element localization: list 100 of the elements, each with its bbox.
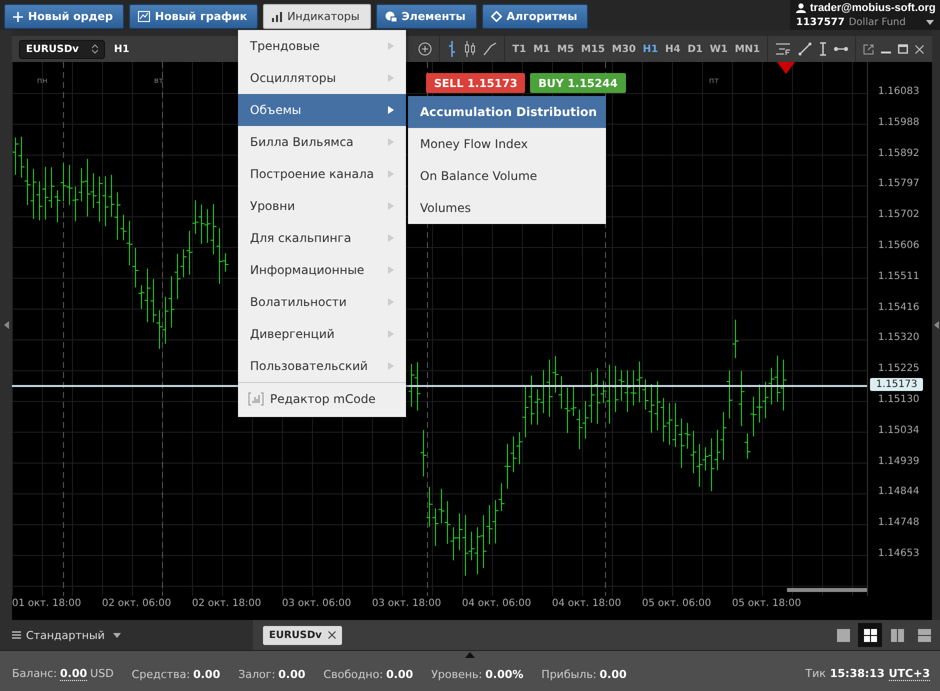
submenu-arrow-icon: [388, 266, 394, 274]
scrollbar[interactable]: [787, 588, 867, 592]
price-axis-label: 1.15606: [878, 240, 920, 251]
horizontal-line-icon[interactable]: [834, 46, 848, 52]
submenu-arrow-icon: [388, 330, 394, 338]
timeframe-button[interactable]: M15: [581, 44, 605, 54]
time-axis-label: 01 окт. 18:00: [12, 597, 82, 609]
price-axis-label: 1.14653: [878, 548, 920, 559]
side-panel-handle[interactable]: [0, 30, 12, 620]
account-number: 1137577: [796, 17, 845, 28]
menu-item[interactable]: Дивергенций: [238, 318, 406, 350]
price-axis-label: 1.15892: [878, 148, 920, 159]
price-axis-label: 1.14844: [878, 486, 920, 498]
menu-item[interactable]: Объемы: [238, 94, 406, 126]
submenu-item[interactable]: Accumulation Distribution: [408, 96, 606, 128]
day-label: пт: [709, 76, 719, 85]
maximize-icon[interactable]: [898, 44, 908, 54]
tab-label: EURUSDv: [269, 630, 322, 640]
caret-icon: [113, 632, 121, 638]
menu-item[interactable]: Уровни: [238, 190, 406, 222]
line-chart-icon[interactable]: [483, 42, 498, 56]
symbol-select[interactable]: EURUSDv: [19, 40, 105, 58]
candlestick-icon[interactable]: [464, 41, 476, 57]
price-axis-label: 1.14939: [878, 456, 920, 467]
chart-tab[interactable]: EURUSDv: [263, 626, 342, 644]
vertical-line-icon[interactable]: [819, 42, 827, 56]
status-label: Уровень:: [431, 668, 482, 680]
submenu-arrow-icon: [388, 234, 394, 242]
plus-icon: [13, 12, 23, 22]
layout-button[interactable]: [858, 623, 882, 647]
price-axis-label: 1.15702: [878, 209, 920, 220]
sell-button[interactable]: SELL 1.15173: [426, 73, 526, 93]
timeframe-button[interactable]: M1: [533, 44, 550, 54]
add-circle-icon[interactable]: [418, 42, 432, 56]
submenu-arrow-icon: [388, 42, 394, 50]
layout-icon: [918, 628, 930, 642]
submenu-arrow-icon: [388, 106, 394, 114]
menu-item[interactable]: Информационные: [238, 254, 406, 286]
status-label: Свободно:: [323, 668, 384, 680]
status-value: 0.00: [600, 668, 627, 680]
submenu-arrow-icon: [388, 298, 394, 306]
tick-label: Тик: [805, 667, 826, 681]
timeframe-button[interactable]: H4: [665, 44, 680, 54]
time-axis-label: 05 окт. 18:00: [732, 597, 802, 609]
menu-item[interactable]: Для скальпинга: [238, 222, 406, 254]
side-panel-handle[interactable]: [932, 30, 940, 620]
timeframe-button[interactable]: T1: [512, 44, 526, 54]
account-name: Dollar Fund: [848, 17, 906, 28]
price-axis-label: 1.14748: [878, 517, 920, 528]
layout-icon: [864, 628, 876, 642]
submenu-item[interactable]: On Balance Volume: [408, 160, 606, 192]
price-axis-label: 1.15511: [878, 270, 920, 282]
currency-label: USD: [90, 667, 114, 681]
price-axis-label: 1.15320: [878, 332, 920, 344]
toolbar-button[interactable]: Индикаторы: [263, 4, 371, 29]
caret-icon[interactable]: [926, 20, 934, 26]
submenu-arrow-icon: [388, 138, 394, 146]
status-label: Баланс:: [12, 667, 58, 681]
menu-item[interactable]: Построение канала: [238, 158, 406, 190]
submenu-arrow-icon: [388, 74, 394, 82]
code-editor-icon: [248, 392, 264, 406]
bar-chart-type-icon[interactable]: [447, 41, 458, 57]
menu-item[interactable]: Трендовые: [238, 30, 406, 62]
toolbar-button[interactable]: Новый график: [128, 4, 258, 29]
menu-item[interactable]: Пользовательский: [238, 350, 406, 382]
close-icon[interactable]: [328, 631, 336, 639]
timeframe-button[interactable]: H1: [642, 44, 658, 54]
submenu-item[interactable]: Money Flow Index: [408, 128, 606, 160]
spinner-icon: [92, 44, 98, 54]
diamond-icon: [490, 11, 502, 22]
submenu-arrow-icon: [388, 202, 394, 210]
toolbar-button[interactable]: Новый ордер: [4, 4, 124, 29]
marker-triangle: [777, 62, 795, 74]
timeframe-button[interactable]: D1: [687, 44, 703, 54]
timeframe-button[interactable]: M5: [557, 44, 574, 54]
menu-item[interactable]: Билла Вильямса: [238, 126, 406, 158]
indicator-list-icon[interactable]: [775, 42, 791, 56]
layout-icon: [890, 628, 904, 642]
toolbar-button[interactable]: Элементы: [376, 4, 477, 29]
timezone-select[interactable]: UTC+3: [888, 667, 930, 681]
trend-line-icon[interactable]: [798, 42, 812, 56]
popout-icon[interactable]: [863, 44, 874, 54]
status-value: 0.00: [193, 668, 220, 680]
timeframe-button[interactable]: M30: [612, 44, 636, 54]
status-label: Средства:: [132, 668, 190, 680]
menu-item[interactable]: Осцилляторы: [238, 62, 406, 94]
layout-select[interactable]: Стандартный: [0, 620, 253, 650]
timeframe-button[interactable]: MN1: [734, 44, 760, 54]
day-label: пн: [37, 76, 48, 85]
menu-item[interactable]: Редактор mCode: [238, 383, 406, 415]
submenu-item[interactable]: Volumes: [408, 192, 606, 224]
menu-item[interactable]: Волатильности: [238, 286, 406, 318]
status-value: 0.00: [386, 668, 414, 680]
close-icon[interactable]: [915, 44, 924, 54]
toolbar-button[interactable]: Алгоритмы: [482, 4, 588, 29]
timeframe-button[interactable]: W1: [710, 44, 728, 54]
timeframe-label: H1: [114, 44, 130, 54]
status-value: 0.00: [278, 668, 306, 680]
price-axis-label: 1.15797: [878, 178, 920, 190]
status-value: 0.00%: [485, 668, 524, 680]
